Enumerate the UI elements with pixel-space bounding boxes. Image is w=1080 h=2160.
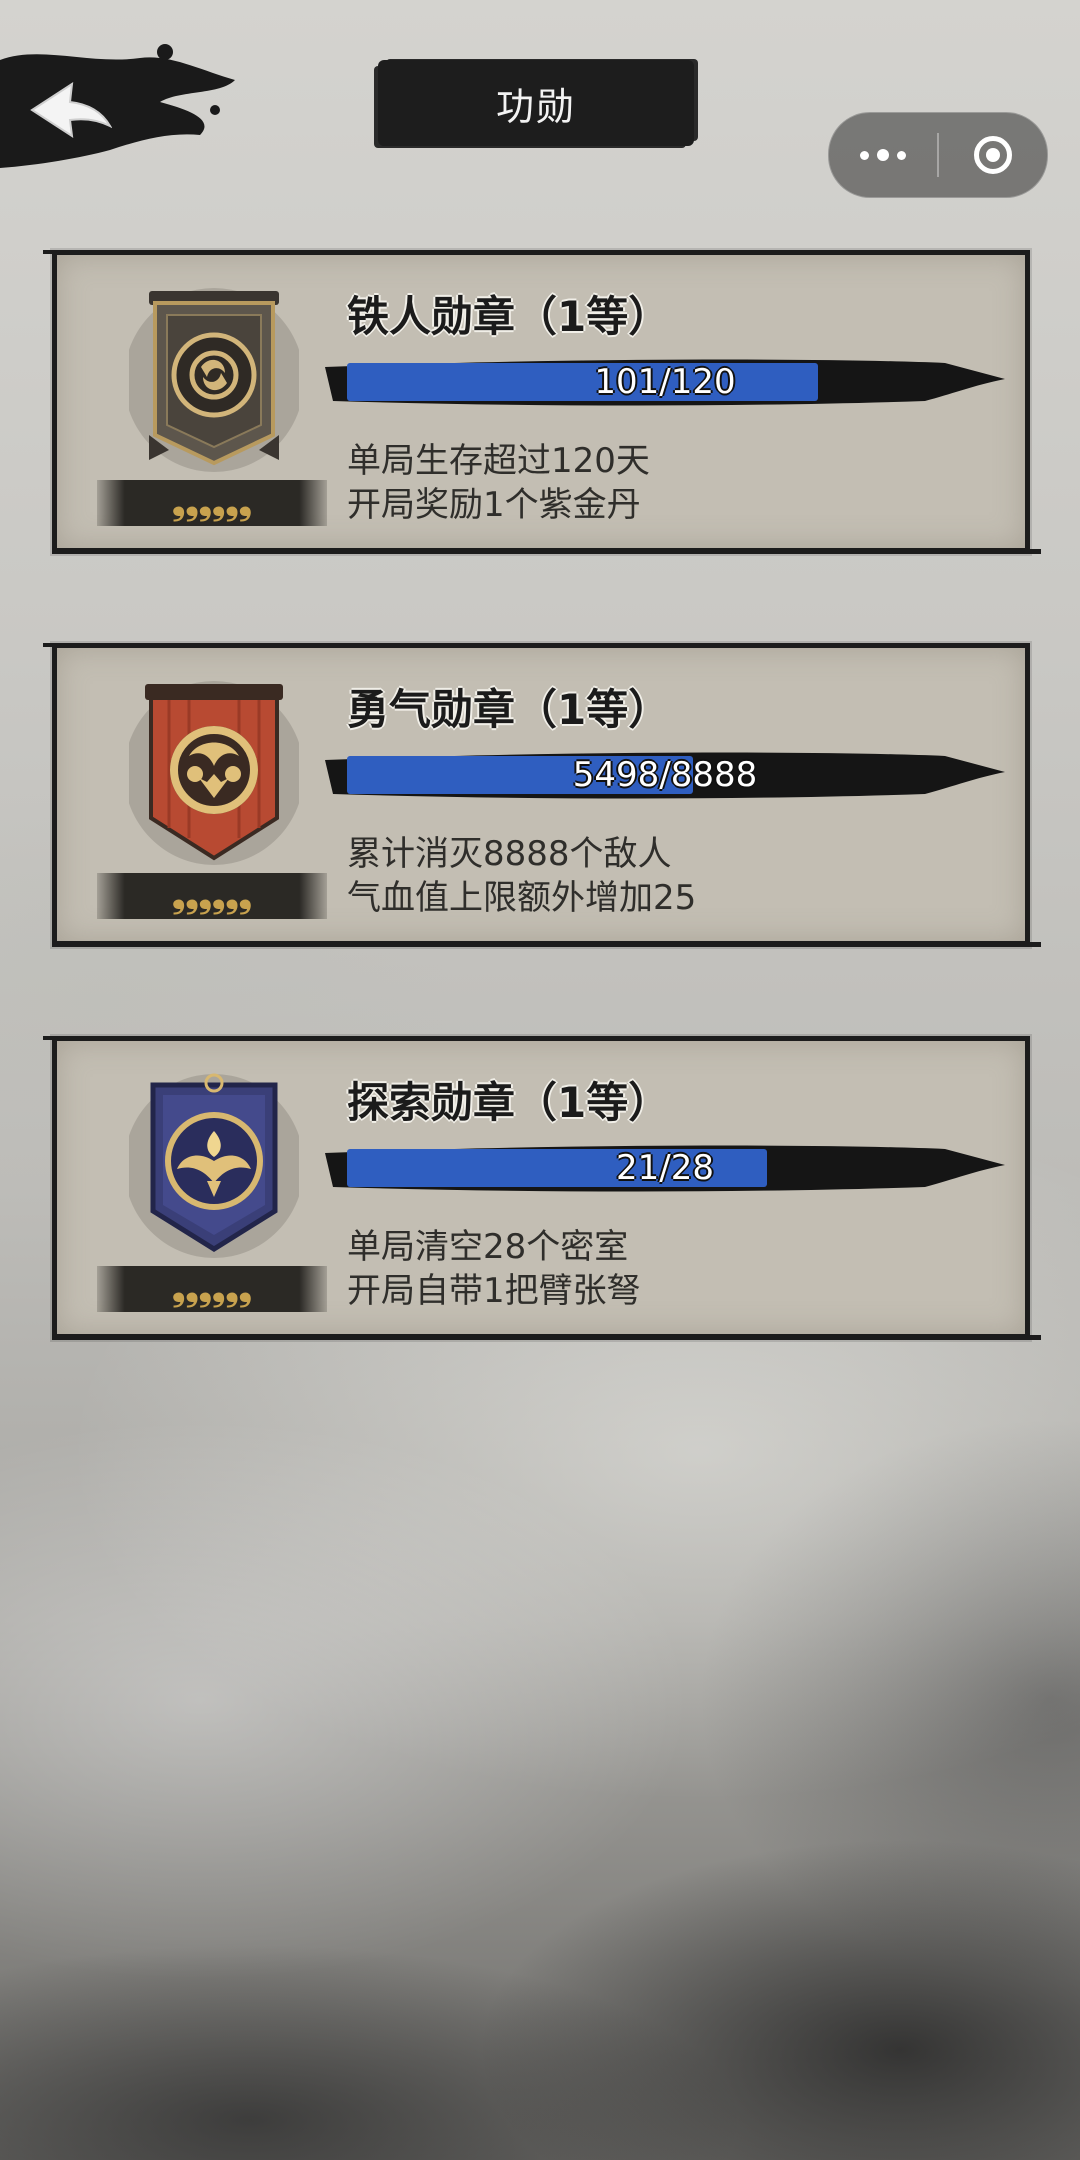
courage-medal-icon xyxy=(129,681,299,865)
medal-name: 铁人勋章（1等） xyxy=(347,292,671,341)
back-button[interactable] xyxy=(22,78,113,142)
progress-bar: 5498/8888 xyxy=(325,748,1005,802)
progress-bar: 101/120 xyxy=(325,355,1005,409)
medal-requirement: 单局清空28个密室 xyxy=(347,1227,629,1267)
medal-requirement: 累计消灭8888个敌人 xyxy=(347,834,672,874)
progress-text: 101/120 xyxy=(594,362,736,402)
medal-reward: 气血值上限额外增加25 xyxy=(347,878,697,918)
rank-stars: ❟❟❟❟❟❟ xyxy=(97,873,327,919)
iron-medal-icon xyxy=(129,288,299,472)
explore-medal-icon xyxy=(129,1073,299,1258)
close-miniprogram-button[interactable] xyxy=(939,113,1047,197)
rank-stars: ❟❟❟❟❟❟ xyxy=(97,1266,327,1312)
back-arrow-icon xyxy=(30,82,113,139)
more-dot-icon xyxy=(897,150,906,160)
medal-name: 探索勋章（1等） xyxy=(347,1078,671,1127)
medal-reward: 开局自带1把臂张弩 xyxy=(347,1271,641,1311)
progress-text: 5498/8888 xyxy=(572,755,758,795)
medal-card-courage[interactable]: ❟❟❟❟❟❟ 勇气勋章（1等） 5498/8888 累计消灭8888个敌人 气血… xyxy=(43,643,1041,947)
medal-name: 勇气勋章（1等） xyxy=(347,685,671,734)
progress-bar: 21/28 xyxy=(325,1141,1005,1195)
more-menu-button[interactable] xyxy=(829,113,937,197)
more-dot-icon xyxy=(860,150,869,160)
medal-requirement: 单局生存超过120天 xyxy=(347,441,650,481)
target-close-icon xyxy=(974,136,1012,174)
miniprogram-capsule xyxy=(828,112,1048,198)
page-title-bar: 功勋 xyxy=(378,60,694,146)
more-dot-icon xyxy=(877,149,889,161)
medal-reward: 开局奖励1个紫金丹 xyxy=(347,485,641,525)
page-title: 功勋 xyxy=(495,84,576,129)
medal-card-iron[interactable]: ❟❟❟❟❟❟ 铁人勋章（1等） 101/120 单局生存超过120天 开局奖励1… xyxy=(43,250,1041,554)
medal-card-explore[interactable]: ❟❟❟❟❟❟ 探索勋章（1等） 21/28 单局清空28个密室 开局自带1把臂张… xyxy=(43,1036,1041,1340)
rank-stars: ❟❟❟❟❟❟ xyxy=(97,480,327,526)
progress-text: 21/28 xyxy=(616,1148,714,1188)
